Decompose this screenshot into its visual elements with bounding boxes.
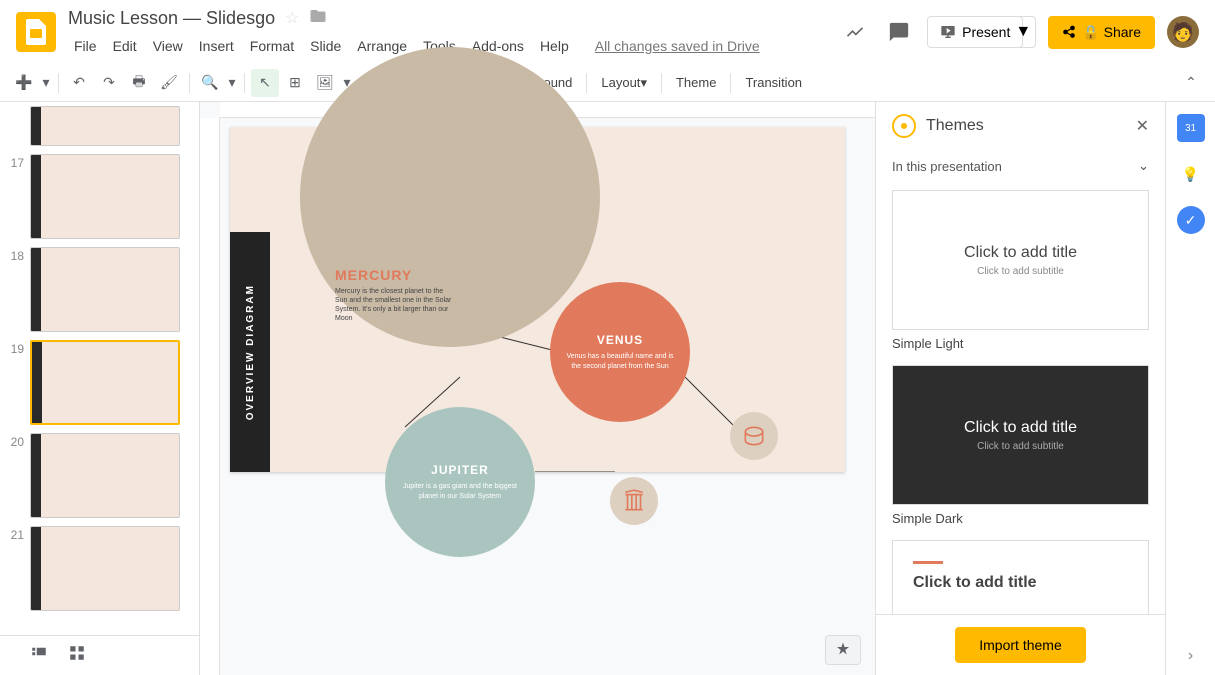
share-button[interactable]: 🔒Share [1048,16,1155,49]
close-icon[interactable]: ✕ [1136,116,1149,136]
vertical-ruler [200,118,220,675]
thumbnail[interactable] [30,247,180,332]
textbox-tool[interactable]: ⊞ [281,69,309,97]
theme-button[interactable]: Theme [668,71,724,94]
menu-slide[interactable]: Slide [304,34,347,58]
expand-icon[interactable]: › [1188,647,1193,665]
save-status[interactable]: All changes saved in Drive [589,34,766,58]
transition-button[interactable]: Transition [737,71,810,94]
thumbnail-selected[interactable] [30,340,180,425]
keep-icon[interactable]: 💡 [1177,160,1205,188]
zoom-caret[interactable]: ▾ [226,69,238,97]
themes-title: Themes [926,117,1126,135]
layout-button[interactable]: Layout▾ [593,71,655,95]
theme-simple-light[interactable]: Click to add title Click to add subtitle [892,190,1149,330]
import-theme-button[interactable]: Import theme [955,627,1085,663]
folder-icon[interactable] [309,7,327,30]
doc-title[interactable]: Music Lesson — Slidesgo [68,8,275,29]
menu-help[interactable]: Help [534,34,575,58]
menu-format[interactable]: Format [244,34,300,58]
image-tool[interactable]: 🖼 [311,69,339,97]
chevron-down-icon: ⌄ [1138,158,1149,174]
in-this-presentation[interactable]: In this presentation ⌄ [876,150,1165,182]
new-slide-caret[interactable]: ▾ [40,69,52,97]
menu-view[interactable]: View [147,34,189,58]
redo-button[interactable]: ↷ [95,69,123,97]
new-slide-button[interactable]: ➕ [10,69,38,97]
grid-view-icon[interactable] [68,644,86,667]
user-avatar[interactable]: 🧑 [1167,16,1199,48]
collapse-toolbar-icon[interactable]: ⌃ [1177,69,1205,97]
slide-canvas[interactable]: OVERVIEW DIAGRAM MERCURY Mercury is the … [230,127,845,472]
themes-icon [892,114,916,138]
thumbnail[interactable] [30,154,180,239]
print-button[interactable]: 🖶 [125,69,153,97]
zoom-button[interactable]: 🔍 [196,69,224,97]
side-panel: 31 💡 ✓ › [1165,102,1215,675]
comments-icon[interactable] [883,16,915,48]
tasks-icon[interactable]: ✓ [1177,206,1205,234]
theme-simple-dark[interactable]: Click to add title Click to add subtitle [892,365,1149,505]
calendar-icon[interactable]: 31 [1177,114,1205,142]
mercury-title[interactable]: MERCURY [335,267,412,283]
drum-icon[interactable] [730,412,778,460]
theme-card[interactable]: Click to add title Click to add subtitle [892,540,1149,614]
slide-label-bar[interactable]: OVERVIEW DIAGRAM [230,232,270,472]
explore-button[interactable] [825,635,861,665]
menu-file[interactable]: File [68,34,103,58]
activity-icon[interactable] [839,16,871,48]
column-icon[interactable] [610,477,658,525]
thumbnail[interactable] [30,433,180,518]
filmstrip-view-icon[interactable] [30,644,48,667]
star-icon[interactable]: ☆ [285,8,299,28]
undo-button[interactable]: ↶ [65,69,93,97]
themes-panel: Themes ✕ In this presentation ⌄ Click to… [875,102,1165,675]
present-button[interactable]: Present [927,16,1023,48]
menu-edit[interactable]: Edit [107,34,143,58]
jupiter-circle[interactable]: JUPITER Jupiter is a gas giant and the b… [385,407,535,557]
thumbnail[interactable] [30,106,180,146]
slide-thumbnails: 17 18 19 20 21 [0,102,200,675]
present-caret[interactable]: ▼ [1011,16,1036,48]
paint-format-button[interactable]: 🖌 [155,69,183,97]
thumbnail[interactable] [30,526,180,611]
slides-logo[interactable] [16,12,56,52]
mercury-text[interactable]: Mercury is the closest planet to the Sun… [335,287,455,323]
select-tool[interactable]: ↖ [251,69,279,97]
menu-insert[interactable]: Insert [193,34,240,58]
venus-circle[interactable]: VENUS Venus has a beautiful name and is … [550,282,690,422]
lock-icon: 🔒 [1082,24,1099,41]
